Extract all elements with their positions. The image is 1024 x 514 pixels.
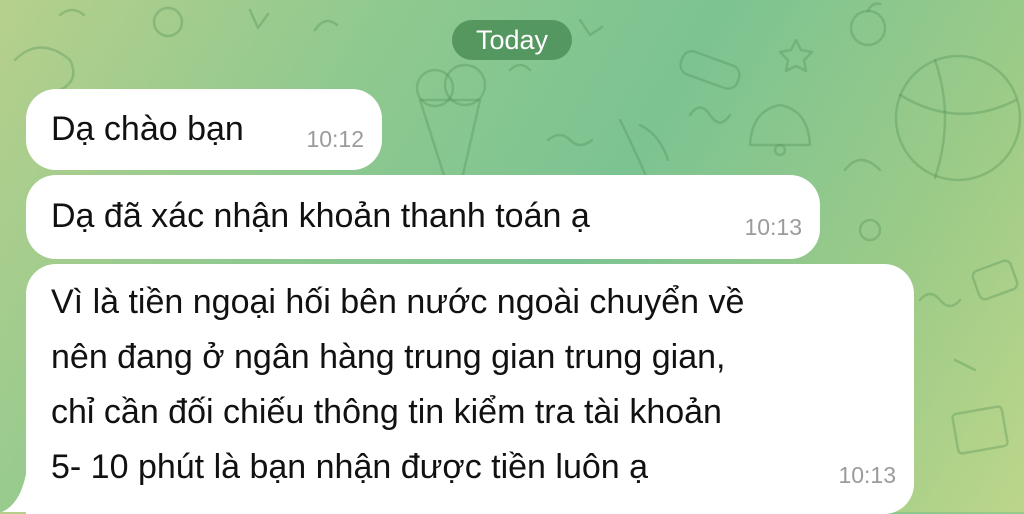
message-bubble[interactable]: Vì là tiền ngoại hối bên nước ngoài chuy… [26, 264, 914, 514]
message-text: Dạ chào bạn [51, 110, 244, 148]
date-separator-badge: Today [452, 20, 572, 60]
message-bubble[interactable]: Dạ chào bạn 10:12 [26, 89, 382, 170]
bubble-tail [2, 474, 26, 512]
message-text: Vì là tiền ngoại hối bên nước ngoài chuy… [51, 283, 745, 486]
message-timestamp: 10:12 [306, 126, 364, 152]
message-timestamp: 10:13 [744, 214, 802, 240]
message-timestamp: 10:13 [838, 462, 896, 488]
message-bubble[interactable]: Dạ đã xác nhận khoản thanh toán ạ 10:13 [26, 175, 820, 259]
message-text: Dạ đã xác nhận khoản thanh toán ạ [51, 197, 590, 235]
